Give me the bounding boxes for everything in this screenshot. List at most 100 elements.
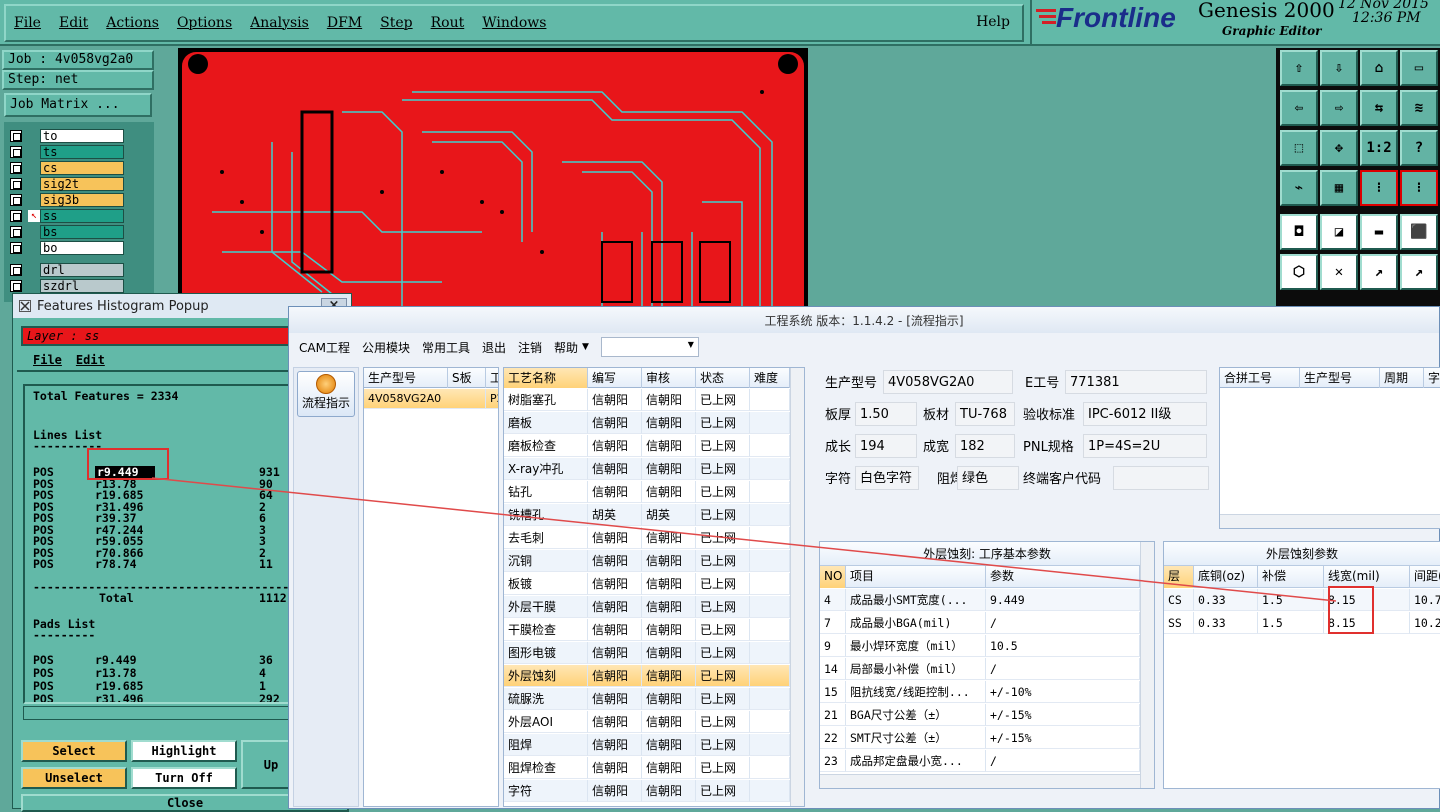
menu-cam[interactable]: CAM工程 [299, 339, 350, 356]
etch-cell[interactable]: +/-10% [986, 681, 1140, 703]
process-cell[interactable]: 已上网 [696, 435, 750, 457]
etch-grid[interactable]: 外层蚀刻: 工序基本参数 NO 项目 参数 4 成品最小SMT宽度(... 9.44… [819, 541, 1155, 789]
param-cell[interactable]: 0.33 [1194, 612, 1258, 634]
etch-cell[interactable]: 局部最小补偿（mil） [846, 658, 986, 680]
histogram-menu-edit[interactable]: Edit [76, 353, 105, 367]
info-thick[interactable]: 1.50 [855, 402, 917, 426]
process-cell[interactable] [750, 757, 790, 779]
info-mask[interactable]: 绿色 [957, 466, 1019, 490]
process-cell[interactable] [750, 481, 790, 503]
process-cell[interactable] [750, 734, 790, 756]
process-cell[interactable]: 信朝阳 [642, 458, 696, 480]
process-cell[interactable]: 字符 [504, 780, 588, 802]
process-cell[interactable]: 已上网 [696, 757, 750, 779]
proc-col-reviewer[interactable]: 审核 [642, 368, 696, 388]
process-cell[interactable]: 已上网 [696, 481, 750, 503]
menu-public[interactable]: 公用模块 [362, 339, 410, 356]
etch-cell[interactable]: 成品最小SMT宽度(... [846, 589, 986, 611]
flow-button[interactable]: 流程指示 [297, 371, 355, 417]
param-cell[interactable]: 10.75 [1410, 589, 1440, 611]
etch-cell[interactable]: 最小焊环宽度（mil） [846, 635, 986, 657]
ratio-icon[interactable]: 1:2 [1360, 130, 1398, 166]
process-cell[interactable]: 已上网 [696, 734, 750, 756]
process-cell[interactable]: 信朝阳 [642, 757, 696, 779]
job-col-model[interactable]: 生产型号 [364, 368, 448, 388]
process-cell[interactable]: 胡英 [588, 504, 642, 526]
process-cell[interactable]: 信朝阳 [642, 688, 696, 710]
layer-checkbox[interactable] [10, 194, 22, 206]
param-cell[interactable]: 1.5 [1258, 589, 1324, 611]
process-cell[interactable]: 磨板检查 [504, 435, 588, 457]
menu-logout[interactable]: 注销 [518, 339, 542, 356]
layer-name[interactable]: cs [40, 161, 124, 175]
select-button[interactable]: Select [21, 740, 127, 762]
process-cell[interactable]: 已上网 [696, 573, 750, 595]
process-cell[interactable] [750, 550, 790, 572]
process-cell[interactable]: 图形电镀 [504, 642, 588, 664]
layer-name[interactable]: sig2t [40, 177, 124, 191]
help-icon[interactable]: ? [1400, 130, 1438, 166]
route-icon[interactable]: ↗ [1360, 254, 1398, 290]
etch-hscroll[interactable] [820, 774, 1140, 788]
process-cell[interactable] [750, 780, 790, 802]
line-icon[interactable]: ◪ [1320, 214, 1358, 250]
layer-param-grid[interactable]: 外层蚀刻参数 层 底铜(oz) 补偿 线宽(mil) 间距( CS 0.33 1.5… [1163, 541, 1440, 789]
process-cell[interactable]: 信朝阳 [588, 780, 642, 802]
job-grid[interactable]: 生产型号 S板 工 4V058VG2A0 P2 [363, 367, 499, 807]
home-icon[interactable]: ⌂ [1360, 50, 1398, 86]
process-cell[interactable]: 外层AOI [504, 711, 588, 733]
process-cell[interactable]: 胡英 [642, 504, 696, 526]
process-cell[interactable] [750, 596, 790, 618]
layer-checkbox[interactable] [10, 280, 22, 292]
process-cell[interactable] [750, 412, 790, 434]
measure-icon[interactable]: ⌁ [1280, 170, 1318, 206]
etch-cell[interactable]: 21 [820, 704, 846, 726]
step-out-icon[interactable]: ⇨ [1320, 90, 1358, 126]
process-grid[interactable]: 工艺名称 编写 审核 状态 难度 树脂塞孔 信朝阳 信朝阳 已上网 磨板 信朝阳 信朝阳 已上… [503, 367, 805, 807]
process-cell[interactable]: 信朝阳 [588, 665, 642, 687]
highlight-button[interactable]: Highlight [131, 740, 237, 762]
process-cell[interactable]: 信朝阳 [642, 412, 696, 434]
menu-step[interactable]: Step [380, 15, 412, 31]
etch-col-param[interactable]: 参数 [986, 566, 1140, 588]
node-icon[interactable]: ⬡ [1280, 254, 1318, 290]
process-cell[interactable] [750, 619, 790, 641]
menu-windows[interactable]: Windows [482, 15, 546, 31]
menu-dropdown-icon[interactable]: ▼ [582, 342, 589, 352]
layer-row[interactable]: sig3b [4, 192, 154, 208]
net-red-icon[interactable]: ⁝ [1400, 170, 1438, 206]
process-cell[interactable]: 信朝阳 [642, 527, 696, 549]
param-col-comp[interactable]: 补偿 [1258, 566, 1324, 588]
proc-col-difficulty[interactable]: 难度 [750, 368, 790, 388]
layer-row[interactable]: szdrl [4, 278, 154, 294]
etch-cell[interactable]: 4 [820, 589, 846, 611]
process-cell[interactable] [750, 504, 790, 526]
process-cell[interactable]: 已上网 [696, 619, 750, 641]
job-matrix-button[interactable]: Job Matrix ... [4, 93, 152, 117]
etch-cell[interactable]: 10.5 [986, 635, 1140, 657]
unselect-button[interactable]: Unselect [21, 767, 127, 789]
process-cell[interactable]: 已上网 [696, 527, 750, 549]
process-cell[interactable]: 信朝阳 [642, 573, 696, 595]
etch-cell[interactable]: +/-15% [986, 704, 1140, 726]
process-cell[interactable]: 信朝阳 [588, 711, 642, 733]
layer-name[interactable]: bs [40, 225, 124, 239]
ruler-icon[interactable]: ▬ [1360, 214, 1398, 250]
process-cell[interactable]: 铣槽孔 [504, 504, 588, 526]
pad-icon[interactable]: ◘ [1280, 214, 1318, 250]
job-col-work[interactable]: 工 [486, 368, 498, 388]
process-cell[interactable]: 信朝阳 [588, 412, 642, 434]
menu-dfm[interactable]: DFM [327, 15, 362, 31]
process-cell[interactable]: 信朝阳 [588, 642, 642, 664]
process-cell[interactable]: 钻孔 [504, 481, 588, 503]
param-cell[interactable]: 10.25 [1410, 612, 1440, 634]
etch-vscroll[interactable] [1140, 542, 1154, 788]
info-e[interactable]: 771381 [1065, 370, 1207, 394]
etch-cell[interactable]: BGA尺寸公差（±） [846, 704, 986, 726]
etch-cell[interactable]: 成品邦定盘最小宽... [846, 750, 986, 772]
process-cell[interactable] [750, 435, 790, 457]
process-cell[interactable]: 磨板 [504, 412, 588, 434]
process-cell[interactable]: 信朝阳 [588, 527, 642, 549]
process-cell[interactable]: 信朝阳 [642, 711, 696, 733]
process-cell[interactable] [750, 389, 790, 411]
